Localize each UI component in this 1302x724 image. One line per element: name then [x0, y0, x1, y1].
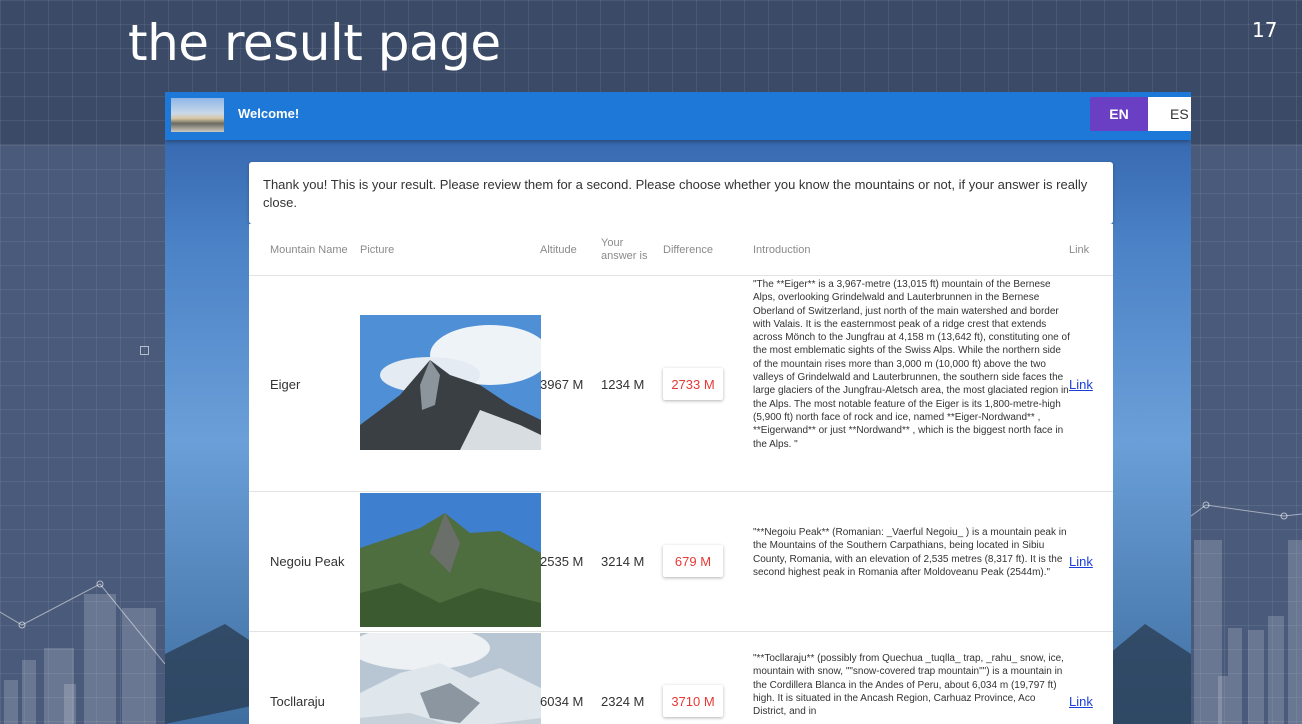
- th-mountain-name: Mountain Name: [270, 244, 348, 256]
- decorative-square: [140, 346, 149, 355]
- difference-button[interactable]: 3710 M: [663, 685, 723, 717]
- slide-title: the result page: [128, 14, 501, 72]
- difference-button[interactable]: 679 M: [663, 545, 723, 577]
- altitude-value: 6034 M: [540, 694, 584, 709]
- th-difference: Difference: [663, 244, 713, 256]
- table-row: Eiger 3967 M 1234 M 2733 M "The **Eiger*…: [249, 276, 1113, 492]
- altitude-value: 3967 M: [540, 377, 584, 392]
- answer-value: 3214 M: [601, 554, 645, 569]
- table-row: Tocllaraju 6034 M 2324 M 3710 M "**Tocll…: [249, 632, 1113, 724]
- introduction-text: "**Tocllaraju** (possibly from Quechua _…: [753, 653, 1064, 718]
- mountain-link[interactable]: Link: [1069, 554, 1093, 569]
- th-altitude: Altitude: [540, 244, 577, 256]
- result-notice: Thank you! This is your result. Please r…: [249, 162, 1113, 224]
- table-row: Negoiu Peak 2535 M 3214 M 679 M "**Negoi…: [249, 492, 1113, 632]
- th-introduction: Introduction: [753, 244, 811, 256]
- result-table: Mountain Name Picture Altitude Your answ…: [249, 224, 1113, 724]
- th-link: Link: [1069, 244, 1090, 256]
- mountain-name: Negoiu Peak: [270, 554, 345, 569]
- answer-value: 1234 M: [601, 377, 645, 392]
- th-picture: Picture: [360, 244, 395, 256]
- introduction-text: "The **Eiger** is a 3,967-metre (13,015 …: [753, 279, 1070, 450]
- mountain-picture: [360, 633, 541, 724]
- mountain-link[interactable]: Link: [1069, 377, 1093, 392]
- table-header: Mountain Name Picture Altitude Your answ…: [249, 224, 1113, 276]
- lang-en-button[interactable]: EN: [1090, 97, 1148, 131]
- lang-es-button[interactable]: ES: [1148, 97, 1191, 131]
- welcome-text: Welcome!: [238, 106, 300, 121]
- mountain-name: Tocllaraju: [270, 694, 325, 709]
- answer-value: 2324 M: [601, 694, 645, 709]
- app-logo: [171, 98, 224, 132]
- app-header: Welcome! EN ES: [165, 92, 1191, 140]
- th-your-answer: Your answer is: [601, 237, 648, 262]
- slide-number: 17: [1252, 18, 1278, 42]
- mountain-name: Eiger: [270, 377, 301, 392]
- mountain-picture: [360, 493, 541, 627]
- introduction-text: "**Negoiu Peak** (Romanian: _Vaerful Neg…: [753, 527, 1067, 578]
- mountain-picture: [360, 315, 541, 450]
- difference-button[interactable]: 2733 M: [663, 368, 723, 400]
- app-screenshot: Welcome! EN ES Thank you! This is your r…: [165, 92, 1191, 724]
- mountain-link[interactable]: Link: [1069, 694, 1093, 709]
- altitude-value: 2535 M: [540, 554, 584, 569]
